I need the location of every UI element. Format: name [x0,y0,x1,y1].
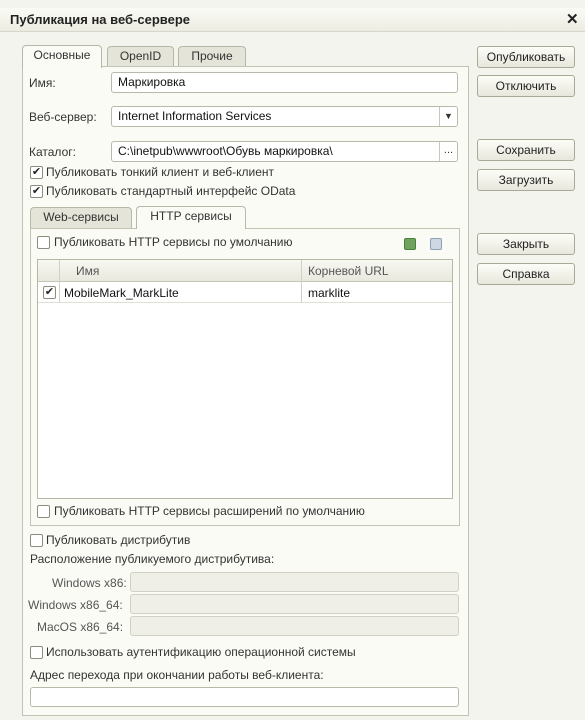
publish-http-default-label: Публиковать HTTP сервисы по умолчанию [54,235,293,249]
publish-http-extensions-checkbox[interactable] [37,505,50,518]
publish-thin-client-label: Публиковать тонкий клиент и веб-клиент [46,165,275,179]
windows-x86-label: Windows x86: [52,576,127,590]
name-label: Имя: [29,76,56,90]
web-server-value: Internet Information Services [118,109,272,123]
tab-web-services[interactable]: Web-сервисы [30,207,132,228]
title-bar: Публикация на веб-сервере ✕ [0,8,585,32]
os-auth-checkbox[interactable] [30,646,43,659]
tab-openid[interactable]: OpenID [107,46,174,67]
windows-x86-64-label: Windows x86_64: [28,598,123,612]
catalog-label: Каталог: [29,145,76,159]
save-button[interactable]: Сохранить [477,139,575,161]
windows-x86-64-input[interactable] [130,594,459,614]
publish-button[interactable]: Опубликовать [477,46,575,68]
os-auth-label: Использовать аутентификацию операционной… [46,645,356,659]
close-icon[interactable]: ✕ [566,10,579,28]
distrib-location-label: Расположение публикуемого дистрибутива: [30,552,275,566]
tab-main[interactable]: Основные [22,45,102,68]
column-header-name[interactable]: Имя [76,264,99,278]
http-services-table[interactable]: Имя Корневой URL ✔ MobileMark_MarkLite m… [37,259,453,499]
tab-http-services[interactable]: HTTP сервисы [136,206,246,229]
tab-main-label: Основные [33,48,91,62]
tab-http-services-label: HTTP сервисы [150,209,232,223]
column-divider [301,260,302,303]
disable-button[interactable]: Отключить [477,75,575,97]
tab-web-services-label: Web-сервисы [43,210,119,224]
table-row[interactable]: ✔ MobileMark_MarkLite marklite [38,282,452,303]
publish-http-default-checkbox[interactable] [37,236,50,249]
row-url: marklite [308,286,351,300]
publish-odata-label: Публиковать стандартный интерфейс OData [46,184,296,198]
tab-openid-label: OpenID [119,49,162,63]
help-button[interactable]: Справка [477,263,575,285]
publish-distrib-label: Публиковать дистрибутив [46,533,191,547]
name-input[interactable]: Маркировка [111,72,458,93]
column-divider [59,260,60,303]
uncheck-all-icon[interactable] [430,238,442,250]
redirect-input[interactable] [30,687,459,707]
web-server-select[interactable]: Internet Information Services ▼ [111,106,458,127]
row-checkbox[interactable]: ✔ [43,286,56,299]
row-name: MobileMark_MarkLite [64,286,179,300]
column-header-url[interactable]: Корневой URL [308,264,389,278]
tab-other[interactable]: Прочие [178,46,246,67]
publish-thin-client-checkbox[interactable]: ✔ [30,166,43,179]
table-header: Имя Корневой URL [38,260,452,282]
publish-odata-checkbox[interactable]: ✔ [30,185,43,198]
web-server-label: Веб-сервер: [29,110,97,124]
publish-http-extensions-label: Публиковать HTTP сервисы расширений по у… [54,504,365,518]
window-title: Публикация на веб-сервере [10,12,191,27]
macos-x86-64-input[interactable] [130,616,459,636]
close-button[interactable]: Закрыть [477,233,575,255]
macos-x86-64-label: MacOS x86_64: [37,620,124,634]
load-button[interactable]: Загрузить [477,169,575,191]
catalog-value: C:\inetpub\wwwroot\Обувь маркировка\ [118,144,333,158]
publish-distrib-checkbox[interactable] [30,534,43,547]
check-all-icon[interactable] [404,238,416,250]
windows-x86-input[interactable] [130,572,459,592]
tab-other-label: Прочие [191,49,233,63]
catalog-input[interactable]: C:\inetpub\wwwroot\Обувь маркировка\ ... [111,141,458,162]
browse-folder-icon[interactable]: ... [439,142,457,161]
redirect-label: Адрес перехода при окончании работы веб-… [30,668,324,682]
chevron-down-icon[interactable]: ▼ [439,107,457,126]
